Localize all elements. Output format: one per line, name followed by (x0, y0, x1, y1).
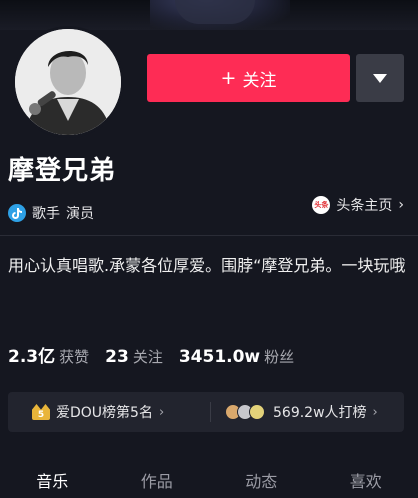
tab-activity[interactable]: 动态 (209, 462, 314, 498)
support-rank-text: 569.2w人打榜 (273, 405, 367, 421)
tag-actor: 演员 (66, 206, 94, 222)
tag-singer: 歌手 (32, 206, 60, 222)
toutiao-logo-icon: 头条 (312, 196, 331, 214)
supporter-avatar-icon (249, 404, 265, 420)
tab-likes[interactable]: 喜欢 (314, 462, 418, 498)
toutiao-link-label: 头条主页 (336, 198, 393, 214)
avatar-photo (15, 29, 121, 135)
idol-rank-bar: 5 爱DOU榜第5名 › 569.2w人打榜 › (8, 392, 404, 432)
idol-rank-link[interactable]: 5 爱DOU榜第5名 › (8, 402, 210, 422)
profile-bio: 用心认真唱歌.承蒙各位厚爱。围脖“摩登兄弟。一块玩哦 (8, 256, 406, 275)
tab-music[interactable]: 音乐 (0, 462, 105, 498)
profile-name: 摩登兄弟 (8, 156, 117, 186)
support-rank-link[interactable]: 569.2w人打榜 › (211, 402, 378, 422)
idol-rank-text: 爱DOU榜第5名 (56, 405, 153, 421)
toutiao-homepage-link[interactable]: 头条 头条主页 › (312, 195, 404, 215)
likes-label: 获赞 (59, 348, 90, 366)
followers-count[interactable]: 3451.0w (179, 347, 260, 367)
avatar[interactable] (12, 26, 124, 138)
divider (0, 235, 418, 236)
following-label[interactable]: 关注 (133, 346, 163, 367)
chevron-right-icon: › (398, 197, 404, 213)
profile-tabs: 音乐 作品 动态 喜欢 (0, 462, 418, 498)
chevron-right-icon: › (372, 404, 378, 420)
plus-icon: + (220, 67, 237, 89)
follow-button[interactable]: + 关注 (147, 54, 350, 102)
chevron-right-icon: › (158, 404, 165, 420)
more-options-button[interactable] (356, 54, 404, 102)
likes-count: 2.3亿 (8, 347, 56, 367)
douyin-verified-icon (8, 204, 26, 222)
following-count[interactable]: 23 (105, 347, 129, 367)
profile-stats: 2.3亿 获赞 23 关注 3451.0w 粉丝 (8, 342, 310, 367)
triangle-down-icon (373, 73, 387, 83)
followers-label[interactable]: 粉丝 (264, 346, 294, 367)
follow-button-label: 关注 (242, 70, 277, 91)
crown-rank-icon: 5 (32, 404, 50, 420)
tab-works[interactable]: 作品 (105, 462, 210, 498)
profile-tags: 歌手 演员 (8, 203, 100, 223)
